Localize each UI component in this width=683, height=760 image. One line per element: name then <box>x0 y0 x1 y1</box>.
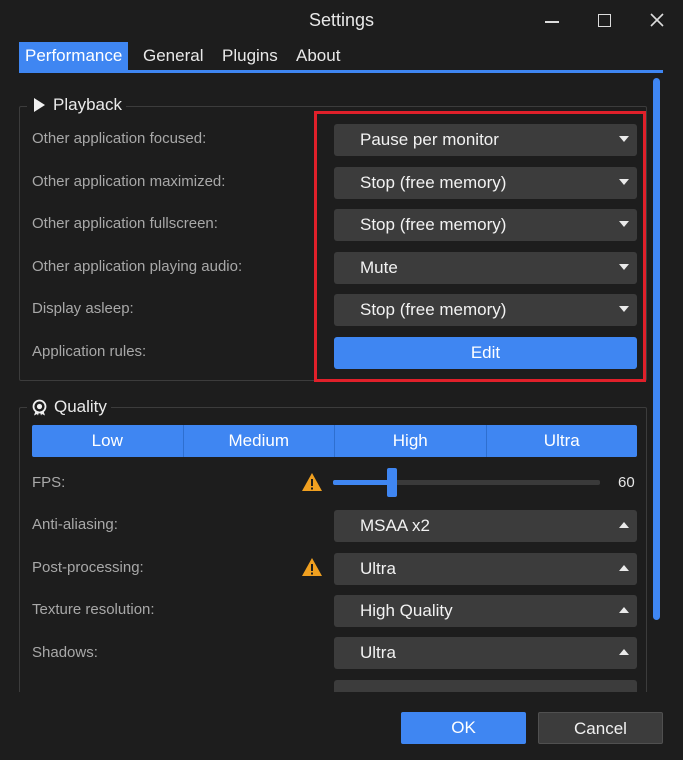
label-other-app-focused: Other application focused: <box>32 130 207 147</box>
label-application-rules: Application rules: <box>32 343 147 360</box>
combo-anti-aliasing[interactable]: MSAA x2 <box>334 510 637 542</box>
title-bar: Settings <box>0 0 683 40</box>
warning-icon <box>302 473 322 491</box>
minimize-button[interactable] <box>537 6 567 34</box>
preset-medium-button[interactable]: Medium <box>184 425 335 457</box>
combo-value: Ultra <box>360 643 396 662</box>
combo-value: MSAA x2 <box>360 516 430 535</box>
combo-value: High Quality <box>360 601 453 620</box>
ok-button[interactable]: OK <box>401 712 526 744</box>
fps-slider-handle[interactable] <box>386 468 397 497</box>
tab-about[interactable]: About <box>290 42 346 70</box>
maximize-icon <box>597 13 611 27</box>
label-anti-aliasing: Anti-aliasing: <box>32 516 118 533</box>
label-shadows: Shadows: <box>32 644 98 661</box>
tab-performance[interactable]: Performance <box>19 42 129 70</box>
tab-general[interactable]: General <box>137 42 209 70</box>
quality-preset-selector: Low Medium High Ultra <box>32 425 637 457</box>
window-title: Settings <box>308 10 375 30</box>
label-fps: FPS: <box>32 474 66 491</box>
play-icon <box>34 98 45 112</box>
chevron-up-icon <box>619 522 629 528</box>
combo-value: Ultra <box>360 559 396 578</box>
tab-bar: Performance General Plugins About <box>19 42 663 72</box>
fps-slider-fill <box>333 480 392 485</box>
playback-group-title: Playback <box>27 95 126 115</box>
minimize-icon <box>545 21 559 23</box>
fps-value: 60 <box>618 474 635 491</box>
chevron-up-icon <box>619 649 629 655</box>
cancel-button[interactable]: Cancel <box>538 712 663 744</box>
label-display-asleep: Display asleep: <box>32 300 134 317</box>
close-icon <box>650 13 664 27</box>
quality-group-title: Quality <box>27 397 111 417</box>
preset-ultra-button[interactable]: Ultra <box>487 425 638 457</box>
award-icon <box>32 399 47 415</box>
label-post-processing: Post-processing: <box>32 559 144 576</box>
tab-underline <box>19 70 663 73</box>
preset-low-button[interactable]: Low <box>32 425 184 457</box>
combo-shadows[interactable]: Ultra <box>334 637 637 669</box>
preset-high-button[interactable]: High <box>335 425 487 457</box>
maximize-button[interactable] <box>589 6 619 34</box>
combo-post-processing[interactable]: Ultra <box>334 553 637 585</box>
label-other-app-audio: Other application playing audio: <box>32 258 243 275</box>
chevron-up-icon <box>619 565 629 571</box>
playback-title: Playback <box>53 95 122 114</box>
scrollbar[interactable] <box>653 78 660 620</box>
quality-title: Quality <box>54 397 107 416</box>
combo-texture-resolution[interactable]: High Quality <box>334 595 637 627</box>
label-texture-resolution: Texture resolution: <box>32 601 155 618</box>
label-other-app-fullscreen: Other application fullscreen: <box>32 215 218 232</box>
chevron-up-icon <box>619 607 629 613</box>
label-other-app-maximized: Other application maximized: <box>32 173 226 190</box>
tab-plugins[interactable]: Plugins <box>216 42 284 70</box>
highlight-box <box>314 111 646 382</box>
close-button[interactable] <box>642 6 672 34</box>
warning-icon <box>302 558 322 576</box>
